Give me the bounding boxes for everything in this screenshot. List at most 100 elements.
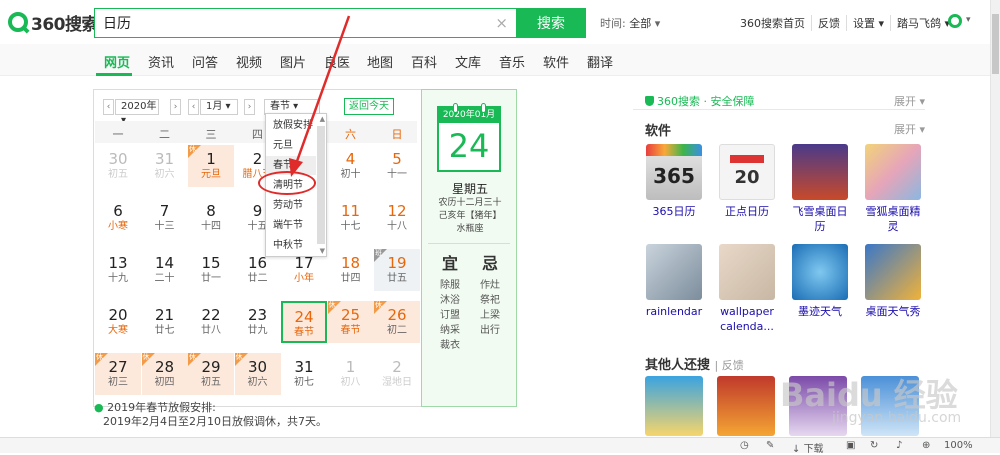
scrollbar-thumb[interactable]: [992, 14, 999, 74]
day-cell[interactable]: 18 廿四: [328, 249, 374, 291]
app-365[interactable]: 365 365日历: [643, 144, 705, 219]
day-cell[interactable]: 7 十三: [142, 197, 188, 239]
dropdown-scrollbar[interactable]: [317, 126, 325, 244]
day-cell[interactable]: 22 廿八: [188, 301, 234, 343]
dropdown-item[interactable]: 端午节: [266, 216, 316, 235]
tab-web[interactable]: 网页: [104, 52, 130, 71]
zoom-icon[interactable]: ⊕: [922, 440, 930, 451]
tab-baike[interactable]: 百科: [411, 52, 437, 71]
app-zhengdian[interactable]: 20 正点日历: [716, 144, 778, 219]
sound-icon[interactable]: ♪: [896, 440, 902, 451]
safety-badge[interactable]: 360搜索 · 安全保障: [645, 93, 755, 109]
day-number: 30: [108, 150, 128, 168]
day-cell[interactable]: 休 26 初二: [374, 301, 420, 343]
tab-news[interactable]: 资讯: [148, 52, 174, 71]
app-weather-show[interactable]: 桌面天气秀: [862, 244, 924, 319]
day-cell[interactable]: 休 28 初四: [141, 353, 188, 395]
page-scrollbar[interactable]: [990, 0, 1000, 437]
year-select[interactable]: 2020年 ▾: [115, 99, 159, 126]
lunar-label: 二十: [154, 273, 175, 284]
app-wallpaper[interactable]: wallpaper calenda...: [716, 244, 778, 334]
dropdown-item[interactable]: 放假安排: [266, 116, 316, 135]
lunar-label: 春节: [294, 327, 314, 338]
tab-software[interactable]: 软件: [543, 52, 569, 71]
tab-translate[interactable]: 翻译: [587, 52, 613, 71]
refresh-icon[interactable]: ↻: [870, 440, 878, 451]
tab-map[interactable]: 地图: [367, 52, 393, 71]
app-moji[interactable]: 墨迹天气: [789, 244, 851, 319]
zoom-level[interactable]: 100%: [944, 440, 973, 451]
day-cell[interactable]: 21 廿七: [142, 301, 188, 343]
next-month-button[interactable]: ›: [244, 99, 255, 115]
divider: [633, 109, 925, 110]
day-cell[interactable]: 23 廿九: [235, 301, 281, 343]
time-filter[interactable]: 时间: 全部 ▾: [600, 15, 660, 31]
software-expand-button[interactable]: 展开 ▾: [894, 121, 925, 137]
day-cell[interactable]: 31 初六: [142, 145, 188, 187]
prev-month-button[interactable]: ‹: [188, 99, 199, 115]
day-cell[interactable]: 8 十四: [188, 197, 234, 239]
day-cell[interactable]: 30 初五: [95, 145, 141, 187]
day-cell[interactable]: 班 19 廿五: [374, 249, 420, 291]
related-thumbnail[interactable]: [645, 376, 703, 436]
day-cell[interactable]: 1 初八: [328, 353, 374, 395]
back-to-today-button[interactable]: 返回今天: [344, 98, 394, 115]
time-filter-value[interactable]: 全部: [629, 17, 651, 30]
tab-doctor[interactable]: 良医: [324, 52, 350, 71]
tab-qa[interactable]: 问答: [192, 52, 218, 71]
window-icon[interactable]: ▣: [846, 440, 855, 451]
chevron-down-icon[interactable]: ▾: [966, 15, 971, 25]
app-rainlendar[interactable]: rainlendar: [643, 244, 705, 319]
day-cell[interactable]: 休 25 春节: [327, 301, 374, 343]
day-cell[interactable]: 5 十一: [374, 145, 420, 187]
day-cell[interactable]: 11 十七: [328, 197, 374, 239]
pin-icon[interactable]: ✎: [766, 440, 774, 451]
expand-button[interactable]: 展开 ▾: [894, 93, 925, 109]
related-thumbnail[interactable]: [717, 376, 775, 436]
day-cell[interactable]: 2 湿地日: [374, 353, 420, 395]
search-input[interactable]: [95, 9, 475, 37]
month-select[interactable]: 1月 ▾: [200, 99, 238, 115]
day-number: 8: [206, 202, 216, 220]
link-user[interactable]: 踏马飞鸽 ▾: [891, 15, 956, 31]
app-xuehu[interactable]: 雪狐桌面精灵: [862, 144, 924, 234]
day-cell[interactable]: 休 29 初五: [188, 353, 234, 395]
dropdown-item[interactable]: 劳动节: [266, 196, 316, 215]
safety-text: 360搜索 · 安全保障: [657, 95, 755, 108]
dropdown-item[interactable]: 元旦: [266, 136, 316, 155]
search-button[interactable]: 搜索: [516, 8, 586, 38]
day-cell[interactable]: 31 初七: [281, 353, 327, 395]
day-cell-today[interactable]: 24 春节: [281, 301, 327, 343]
scroll-down-icon[interactable]: ▼: [320, 247, 325, 255]
day-cell[interactable]: 4 初十: [328, 145, 374, 187]
link-settings[interactable]: 设置 ▾: [847, 15, 892, 31]
day-cell[interactable]: 休 30 初六: [234, 353, 281, 395]
day-cell[interactable]: 休 27 初三: [95, 353, 141, 395]
day-cell[interactable]: 12 十八: [374, 197, 420, 239]
day-cell[interactable]: 14 二十: [142, 249, 188, 291]
scroll-up-icon[interactable]: ▲: [320, 115, 325, 123]
day-cell[interactable]: 6 小寒: [95, 197, 141, 239]
user-icon[interactable]: [948, 14, 962, 28]
logo-icon: [8, 12, 28, 32]
tab-music[interactable]: 音乐: [499, 52, 525, 71]
lunar-label: 十三: [154, 221, 175, 232]
link-home[interactable]: 360搜索首页: [734, 15, 812, 31]
day-cell[interactable]: 13 十九: [95, 249, 141, 291]
clear-icon[interactable]: ×: [495, 14, 508, 32]
prev-year-button[interactable]: ‹: [103, 99, 114, 115]
next-year-button[interactable]: ›: [170, 99, 181, 115]
day-cell[interactable]: 休 1 元旦: [188, 145, 234, 187]
history-icon[interactable]: ◷: [740, 440, 749, 451]
link-feedback[interactable]: 反馈: [812, 15, 847, 31]
tab-wenku[interactable]: 文库: [455, 52, 481, 71]
app-feixue[interactable]: 飞雪桌面日历: [789, 144, 851, 234]
day-cell[interactable]: 15 廿一: [188, 249, 234, 291]
dropdown-item[interactable]: 中秋节: [266, 236, 316, 255]
tab-video[interactable]: 视频: [236, 52, 262, 71]
tab-image[interactable]: 图片: [280, 52, 306, 71]
logo[interactable]: 360搜索: [8, 10, 99, 35]
day-cell[interactable]: 20 大寒: [95, 301, 141, 343]
weekday-label: 六: [345, 128, 356, 141]
others-feedback-link[interactable]: | 反馈: [715, 359, 744, 372]
